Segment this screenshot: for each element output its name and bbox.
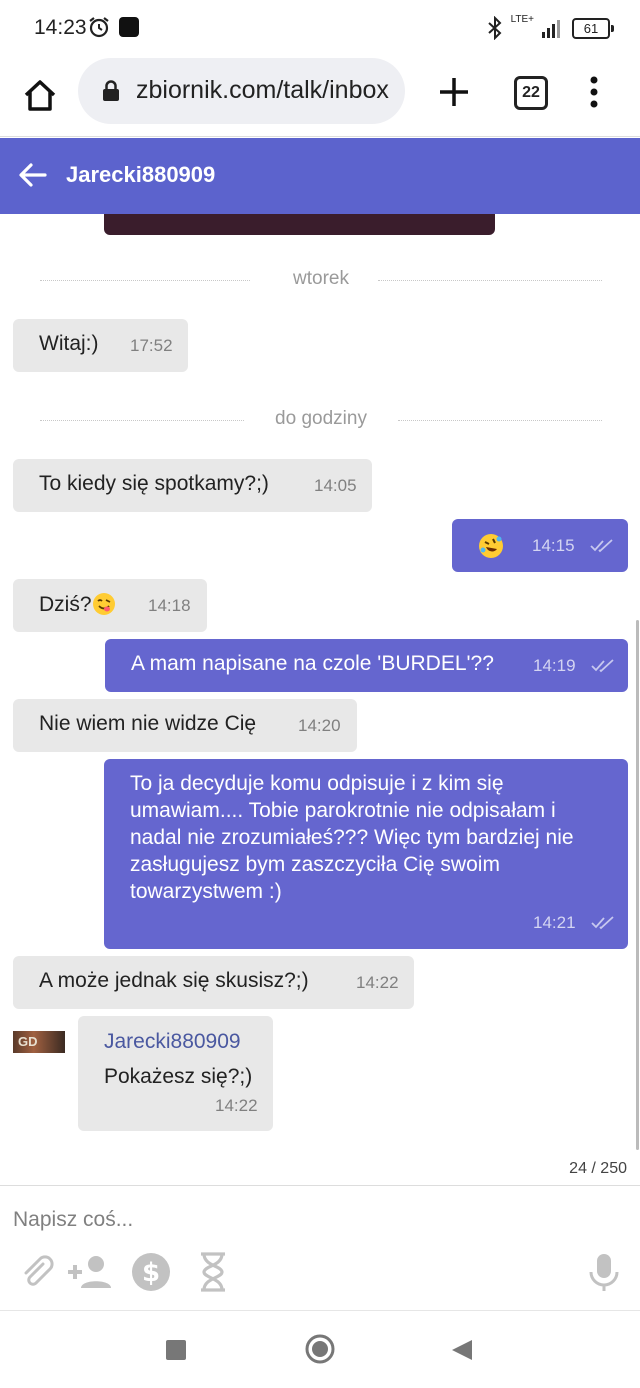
rolling-laughing-emoji-icon <box>479 534 503 558</box>
attachment-icon[interactable] <box>17 1252 57 1292</box>
tab-switcher-button[interactable]: 22 <box>514 76 548 110</box>
notification-icon <box>119 17 139 37</box>
conversation-title: Jarecki880909 <box>66 162 216 187</box>
microphone-icon[interactable] <box>584 1252 624 1292</box>
back-arrow-icon[interactable] <box>18 160 48 190</box>
char-counter: 24 / 250 <box>569 1160 627 1177</box>
browser-toolbar: zbiornik.com/talk/inbox 22 <box>0 56 640 137</box>
avatar[interactable]: GD <box>13 1031 65 1053</box>
message-sender[interactable]: Jarecki880909 <box>104 1030 241 1054</box>
image-attachment[interactable] <box>104 214 495 235</box>
status-time: 14:23 <box>34 16 87 39</box>
chat-scrollbar[interactable] <box>636 620 639 1150</box>
message-text: Pokażesz się?;) <box>104 1065 253 1088</box>
home-nav-icon[interactable] <box>304 1333 336 1365</box>
home-icon[interactable] <box>20 76 60 116</box>
day-separator: do godziny <box>40 408 602 432</box>
svg-text:$: $ <box>142 1258 160 1288</box>
battery-icon: 61 <box>572 17 614 39</box>
signal-icon <box>542 20 560 38</box>
read-receipt-icon <box>591 916 614 930</box>
read-receipt-icon <box>591 659 614 673</box>
message-incoming[interactable]: Witaj:) 17:52 <box>13 319 188 372</box>
more-vert-icon[interactable] <box>584 74 604 110</box>
day-separator: wtorek <box>40 268 602 292</box>
message-input[interactable]: Napisz coś... <box>13 1208 133 1232</box>
status-bar: 14:23 LTE+ 61 <box>0 0 640 56</box>
message-list[interactable]: wtorek Witaj:) 17:52 do godziny To kiedy… <box>0 214 640 1184</box>
back-nav-icon[interactable] <box>450 1338 474 1362</box>
recent-apps-icon[interactable] <box>165 1339 187 1361</box>
message-incoming[interactable]: Nie wiem nie widze Cię 14:20 <box>13 699 357 752</box>
network-label: LTE+ <box>510 14 534 25</box>
hourglass-icon[interactable] <box>193 1252 233 1292</box>
message-incoming[interactable]: A może jednak się skusisz?;) 14:22 <box>13 956 414 1009</box>
message-outgoing[interactable]: To ja decyduje komu odpisuje i z kim się… <box>104 759 628 949</box>
chat-header: Jarecki880909 <box>0 138 640 214</box>
message-outgoing[interactable]: A mam napisane na czole 'BURDEL'?? 14:19 <box>105 639 628 692</box>
address-bar[interactable]: zbiornik.com/talk/inbox <box>78 58 405 124</box>
url-text: zbiornik.com/talk/inbox <box>136 76 389 104</box>
message-composer: Napisz coś... $ <box>0 1185 640 1311</box>
face-savoring-food-emoji-icon <box>92 593 115 615</box>
message-time: 14:22 <box>215 1096 258 1115</box>
system-nav-bar <box>0 1310 640 1388</box>
message-outgoing[interactable]: 14:15 <box>452 519 628 572</box>
message-incoming[interactable]: To kiedy się spotkamy?;) 14:05 <box>13 459 372 512</box>
dollar-icon[interactable]: $ <box>131 1252 171 1292</box>
alarm-icon <box>89 17 109 38</box>
avatar-text: GD <box>18 1034 38 1049</box>
lock-icon <box>103 80 119 101</box>
read-receipt-icon <box>590 539 613 553</box>
add-person-icon[interactable] <box>66 1252 114 1292</box>
message-incoming[interactable]: Dziś? 14:18 <box>13 579 207 632</box>
message-incoming[interactable]: Jarecki880909 Pokażesz się?;) 14:22 <box>78 1016 273 1131</box>
bluetooth-icon <box>487 16 502 40</box>
new-tab-icon[interactable] <box>436 74 472 110</box>
